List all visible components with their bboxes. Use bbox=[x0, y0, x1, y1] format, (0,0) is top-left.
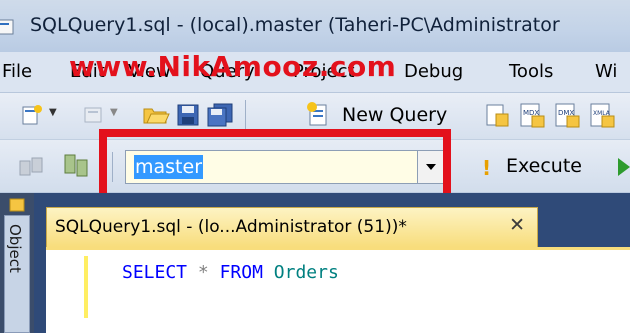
xmla-query-icon[interactable]: XMLA bbox=[588, 101, 616, 129]
database-engine-query-icon[interactable] bbox=[484, 102, 510, 128]
add-item-icon bbox=[84, 107, 102, 123]
add-item-dropdown-icon: ▼ bbox=[110, 107, 118, 118]
window-title: SQLQuery1.sql - (local).master (Taheri-P… bbox=[30, 14, 560, 36]
code-line: SELECT * FROM Orders bbox=[122, 262, 339, 283]
menu-debug[interactable]: Debug bbox=[404, 61, 463, 82]
connect-icon bbox=[19, 157, 43, 176]
available-databases-combo[interactable]: master bbox=[125, 150, 445, 184]
toolbar-separator bbox=[245, 100, 246, 130]
sql-keyword-from: FROM bbox=[219, 262, 263, 283]
sql-table-name: Orders bbox=[273, 262, 339, 283]
menu-window[interactable]: Wi bbox=[595, 61, 617, 82]
watermark-text: www.NikAmooz.com bbox=[69, 50, 397, 83]
mdx-query-icon[interactable]: MDX bbox=[518, 101, 546, 129]
chevron-down-icon bbox=[426, 164, 436, 170]
execute-button[interactable]: Execute bbox=[506, 155, 582, 177]
toolbar-separator-2 bbox=[112, 152, 113, 182]
dmx-query-icon[interactable]: DMX bbox=[553, 101, 581, 129]
new-query-icon[interactable] bbox=[304, 101, 332, 127]
object-explorer-tab-label: Object bbox=[6, 224, 24, 273]
object-explorer-icon bbox=[9, 198, 25, 212]
query-document-tab[interactable]: SQLQuery1.sql - (lo...Administrator (51)… bbox=[46, 207, 538, 247]
query-editor[interactable]: SELECT * FROM Orders bbox=[46, 247, 630, 336]
change-tracking-margin bbox=[84, 256, 88, 318]
new-project-dropdown-icon[interactable]: ▼ bbox=[49, 107, 57, 118]
debug-play-icon[interactable] bbox=[616, 156, 630, 178]
document-tab-label: SQLQuery1.sql - (lo...Administrator (51)… bbox=[55, 217, 407, 237]
save-all-icon[interactable] bbox=[206, 102, 234, 128]
new-query-button[interactable]: New Query bbox=[342, 104, 447, 126]
sql-operator-star: * bbox=[197, 262, 209, 283]
change-connection-icon[interactable] bbox=[62, 152, 90, 180]
new-project-icon[interactable] bbox=[20, 103, 44, 127]
execute-exclamation-icon[interactable]: ! bbox=[482, 156, 491, 180]
database-dropdown-button[interactable] bbox=[417, 151, 444, 183]
title-bar: SQLQuery1.sql - (local).master (Taheri-P… bbox=[0, 0, 630, 52]
selected-database[interactable]: master bbox=[134, 155, 204, 179]
menu-tools[interactable]: Tools bbox=[509, 61, 553, 82]
object-explorer-tab[interactable]: Object bbox=[4, 215, 30, 333]
sql-keyword-select: SELECT bbox=[122, 262, 188, 283]
save-icon[interactable] bbox=[176, 103, 200, 127]
menu-file[interactable]: File bbox=[2, 61, 32, 82]
ssms-app-icon bbox=[0, 19, 14, 35]
open-file-icon[interactable] bbox=[142, 101, 170, 127]
close-icon[interactable]: ✕ bbox=[509, 214, 525, 236]
